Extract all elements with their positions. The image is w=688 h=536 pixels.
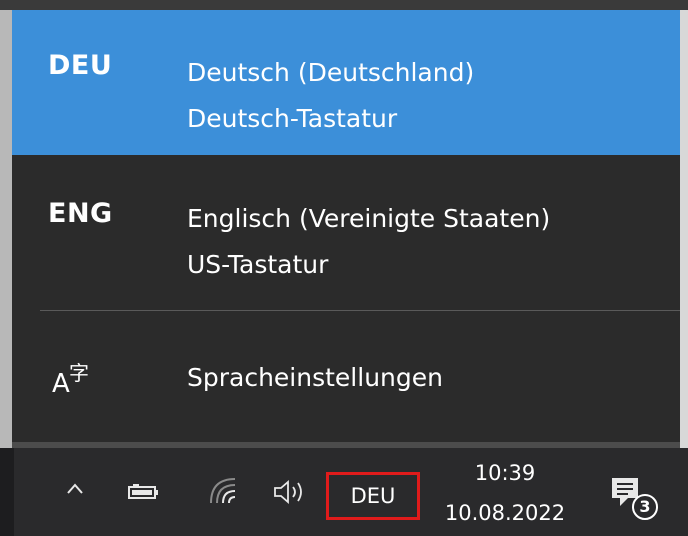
language-name: Englisch (Vereinigte Staaten)	[187, 204, 551, 233]
clock[interactable]: 10:39 10.08.2022	[430, 458, 580, 530]
language-name: Deutsch (Deutschland)	[187, 58, 475, 87]
background-right	[680, 10, 688, 448]
input-language-flyout: DEU Deutsch (Deutschland) Deutsch-Tastat…	[12, 10, 680, 442]
taskbar-edge	[0, 448, 14, 536]
clock-time: 10:39	[474, 461, 536, 485]
keyboard-layout: US-Tastatur	[187, 250, 329, 279]
volume-icon[interactable]	[272, 478, 308, 506]
language-indicator[interactable]: DEU	[326, 472, 420, 520]
taskbar: DEU 10:39 10.08.2022 3	[0, 448, 688, 536]
keyboard-layout: Deutsch-Tastatur	[187, 104, 398, 133]
language-code: ENG	[48, 198, 113, 229]
language-settings-link[interactable]: A 字 Spracheinstellungen	[12, 345, 680, 415]
language-code: DEU	[48, 50, 113, 81]
chevron-up-icon[interactable]	[66, 480, 84, 498]
background-left	[0, 10, 12, 448]
language-settings-icon: A 字	[52, 361, 89, 399]
language-option-deu[interactable]: DEU Deutsch (Deutschland) Deutsch-Tastat…	[12, 10, 680, 155]
battery-icon[interactable]	[128, 484, 160, 500]
language-option-eng[interactable]: ENG Englisch (Vereinigte Staaten) US-Tas…	[12, 180, 680, 290]
wifi-icon[interactable]	[208, 476, 238, 506]
action-center-button[interactable]: 3	[610, 476, 658, 522]
background-top	[0, 0, 688, 10]
divider	[40, 310, 680, 311]
settings-label: Spracheinstellungen	[187, 363, 443, 392]
notification-count-badge: 3	[632, 494, 658, 520]
language-indicator-label: DEU	[350, 484, 396, 508]
clock-date: 10.08.2022	[444, 501, 566, 525]
